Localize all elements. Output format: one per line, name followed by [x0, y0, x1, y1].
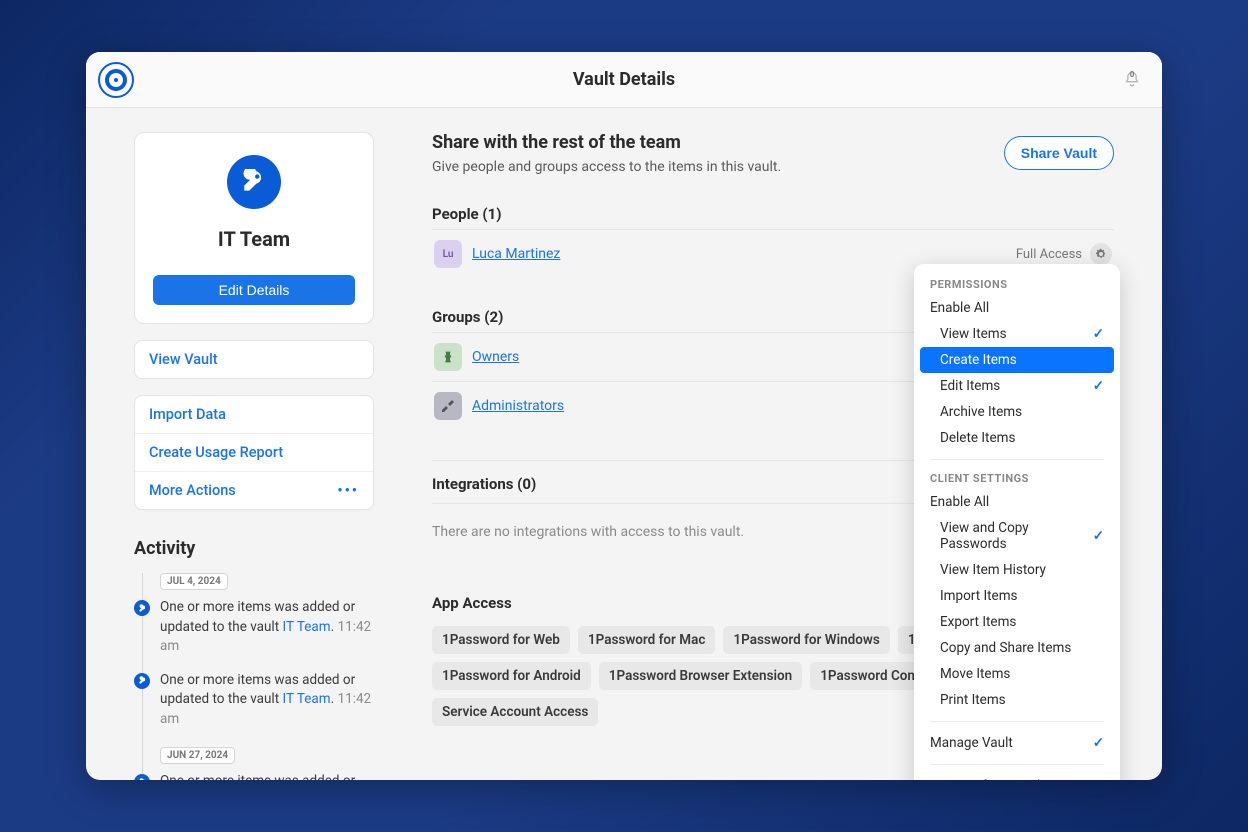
person-settings-button[interactable]: [1090, 243, 1112, 265]
edit-details-button[interactable]: Edit Details: [153, 275, 355, 305]
menu-item-enable-all[interactable]: Enable All: [920, 295, 1114, 321]
menu-header: PERMISSIONS: [920, 274, 1114, 295]
page-title: Vault Details: [573, 69, 675, 90]
import-data-button[interactable]: Import Data: [135, 396, 373, 434]
activity-item: One or more items was added or updated t…: [160, 598, 374, 657]
menu-item[interactable]: Delete Items: [920, 425, 1114, 451]
left-actions-group-2: Import Data Create Usage Report More Act…: [134, 395, 374, 510]
menu-item[interactable]: Archive Items: [920, 399, 1114, 425]
vault-card: IT Team Edit Details: [134, 132, 374, 324]
menu-item[interactable]: Print Items: [920, 687, 1114, 713]
activity-item: One or more items was added or updated t…: [160, 772, 374, 780]
share-subtitle: Give people and groups access to the ite…: [432, 159, 781, 175]
app-logo[interactable]: [98, 62, 134, 98]
create-usage-report-button[interactable]: Create Usage Report: [135, 434, 373, 472]
chess-icon: [440, 349, 456, 365]
share-vault-button[interactable]: Share Vault: [1004, 136, 1114, 170]
avatar: Lu: [434, 240, 462, 268]
app-pill[interactable]: 1Password for Mac: [578, 626, 716, 654]
key-icon: [241, 169, 267, 195]
avatar: [434, 343, 462, 371]
menu-item[interactable]: Export Items: [920, 609, 1114, 635]
activity-date: JUL 4, 2024: [160, 573, 228, 590]
menu-item[interactable]: View Item History: [920, 557, 1114, 583]
menu-item-enable-all[interactable]: Enable All: [920, 489, 1114, 515]
menu-item-manage-vault[interactable]: Manage Vault✓: [920, 730, 1114, 756]
menu-item[interactable]: View Items✓: [920, 321, 1114, 347]
menu-item-remove[interactable]: Remove from Vault: [920, 773, 1114, 780]
menu-item[interactable]: Import Items: [920, 583, 1114, 609]
vault-name: IT Team: [153, 227, 355, 251]
app-pill[interactable]: 1Password for Windows: [723, 626, 889, 654]
keyhole-icon: [105, 69, 127, 91]
activity-dot: [134, 774, 150, 780]
access-label: Full Access: [1016, 247, 1082, 262]
activity-dot: [134, 600, 150, 616]
vault-icon: [227, 155, 281, 209]
activity-date: JUN 27, 2024: [160, 747, 235, 764]
app-pill[interactable]: 1Password for Web: [432, 626, 570, 654]
tools-icon: [440, 398, 456, 414]
menu-header: CLIENT SETTINGS: [920, 468, 1114, 489]
check-icon: ✓: [1093, 528, 1104, 544]
check-icon: ✓: [1093, 735, 1104, 751]
permissions-menu: PERMISSIONS Enable All View Items✓Create…: [914, 264, 1120, 780]
group-link[interactable]: Administrators: [472, 398, 564, 414]
app-pill[interactable]: 1Password for Android: [432, 662, 591, 690]
notif-count: 0: [1130, 70, 1135, 79]
menu-item[interactable]: Move Items: [920, 661, 1114, 687]
people-heading: People (1): [432, 205, 1114, 223]
menu-item[interactable]: Copy and Share Items: [920, 635, 1114, 661]
person-link[interactable]: Luca Martinez: [472, 246, 560, 262]
notifications-button[interactable]: 0: [1118, 66, 1146, 94]
activity-link[interactable]: IT Team: [282, 619, 330, 635]
activity-dot: [134, 673, 150, 689]
activity-item: One or more items was added or updated t…: [160, 671, 374, 730]
activity-heading: Activity: [134, 538, 374, 559]
topbar: Vault Details 0: [86, 52, 1162, 108]
gear-icon: [1095, 248, 1107, 260]
check-icon: ✓: [1093, 378, 1104, 394]
ellipsis-icon: •••: [337, 482, 359, 499]
activity-timeline: JUL 4, 2024 One or more items was added …: [134, 569, 374, 780]
menu-item[interactable]: View and Copy Passwords✓: [920, 515, 1114, 557]
menu-item[interactable]: Edit Items✓: [920, 373, 1114, 399]
key-icon: [138, 604, 147, 613]
check-icon: ✓: [1093, 326, 1104, 342]
activity-link[interactable]: IT Team: [282, 691, 330, 707]
app-panel: Vault Details 0 IT Team Edit Details Vie…: [86, 52, 1162, 780]
key-icon: [138, 778, 147, 780]
avatar: [434, 392, 462, 420]
app-pill[interactable]: 1Password Browser Extension: [599, 662, 802, 690]
menu-item[interactable]: Create Items: [920, 347, 1114, 373]
more-actions-label: More Actions: [149, 482, 236, 499]
group-link[interactable]: Owners: [472, 349, 519, 365]
app-pill[interactable]: Service Account Access: [432, 698, 598, 726]
key-icon: [138, 676, 147, 685]
left-actions-group-1: View Vault: [134, 340, 374, 379]
view-vault-button[interactable]: View Vault: [135, 341, 373, 378]
share-heading: Share with the rest of the team: [432, 132, 781, 153]
more-actions-button[interactable]: More Actions •••: [135, 472, 373, 509]
